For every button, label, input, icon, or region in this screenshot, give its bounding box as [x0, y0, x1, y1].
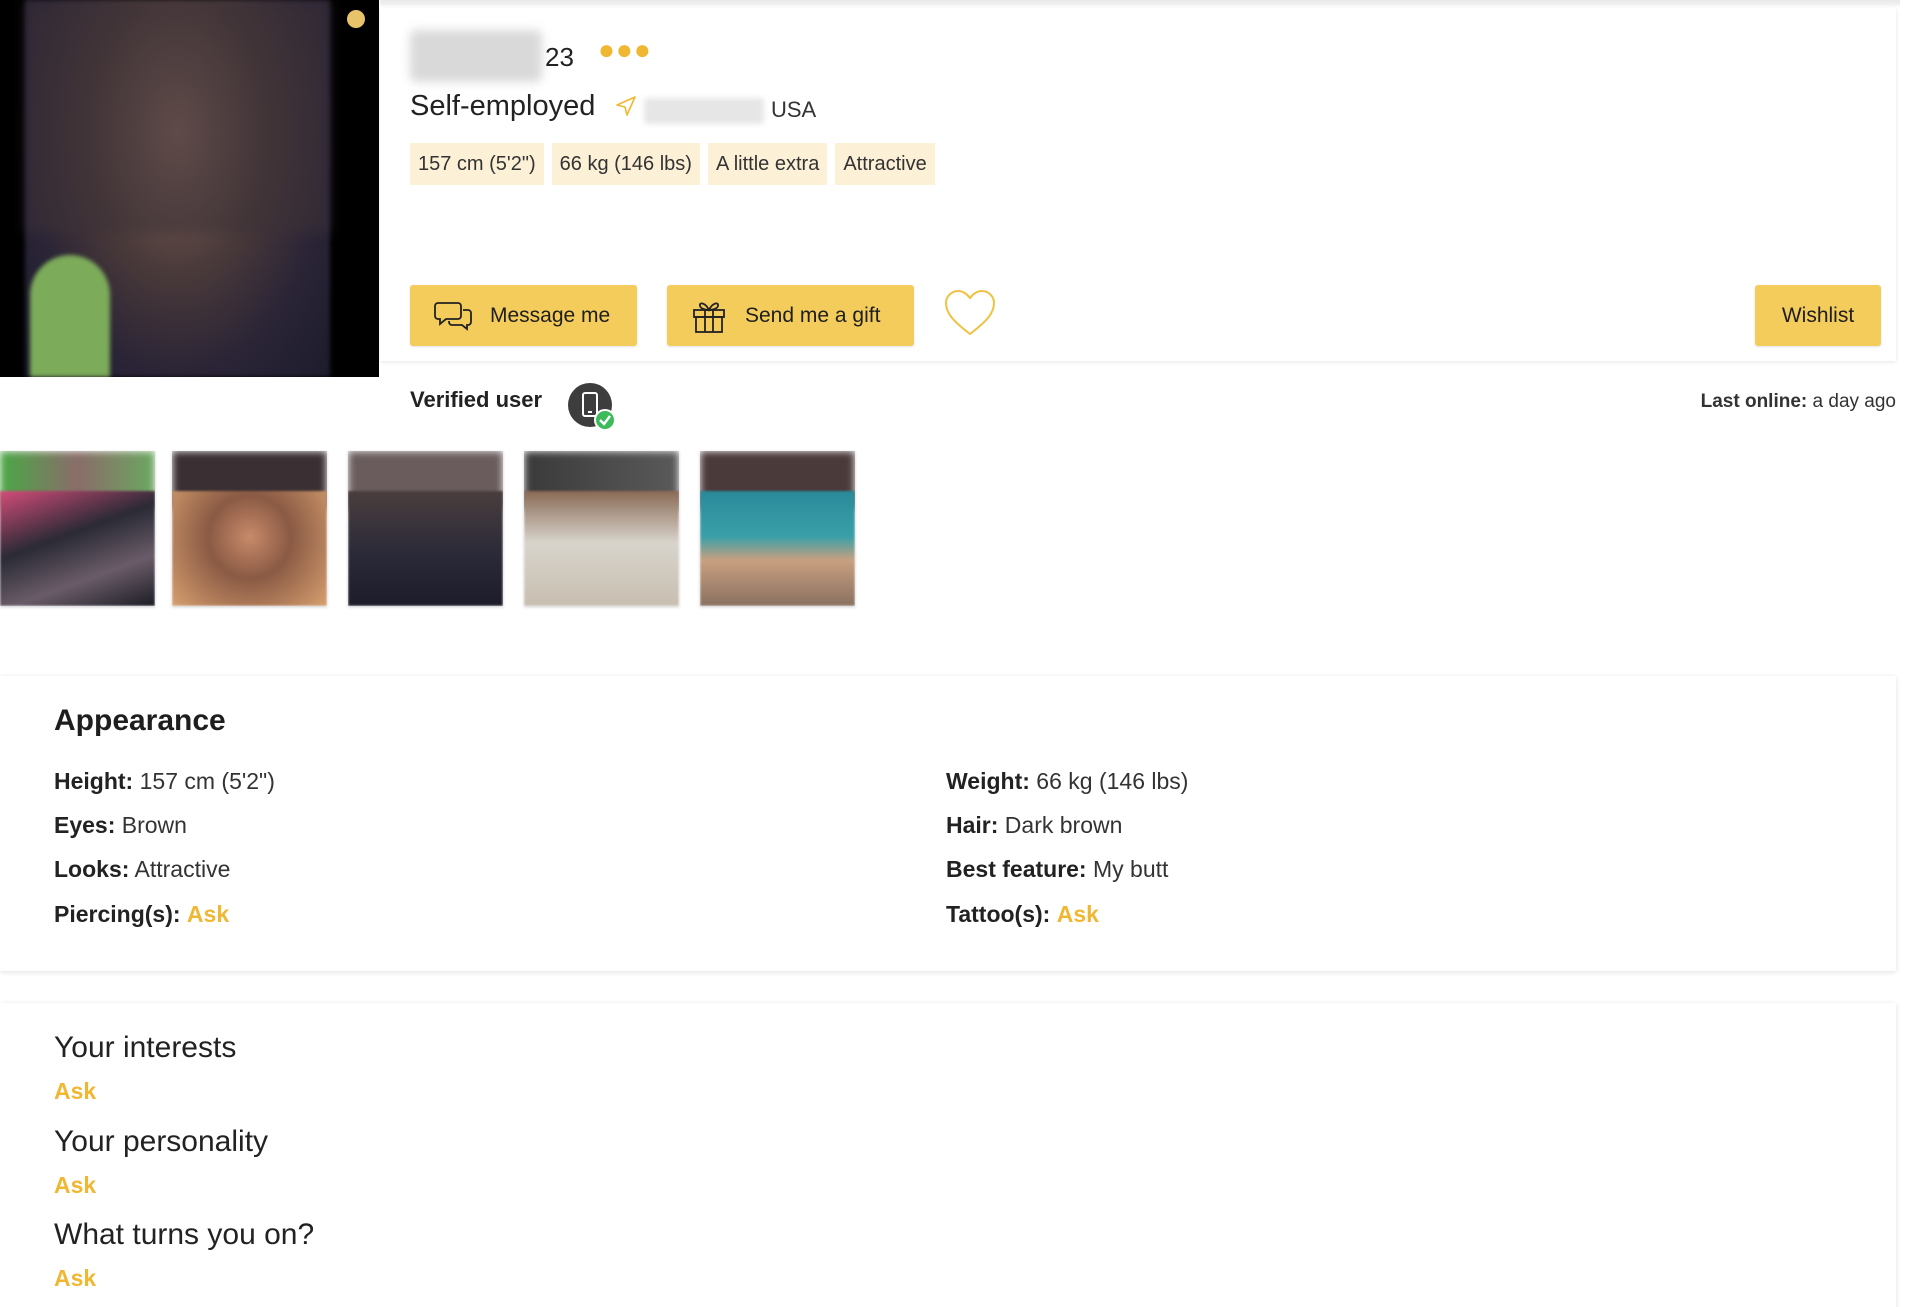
thumbnail-image: [700, 491, 855, 606]
attribute-key: Piercing(s):: [54, 901, 181, 927]
question-personality: Your personality: [54, 1125, 269, 1158]
location-arrow-icon: [616, 96, 636, 116]
attribute-value: 157 cm (5'2"): [139, 768, 275, 794]
chat-bubbles-icon: [434, 301, 472, 331]
attribute-value: Dark brown: [1004, 812, 1123, 838]
thumbnail-image: [172, 491, 327, 606]
gallery-thumbnail[interactable]: [0, 451, 155, 606]
thumbnail-image: [524, 491, 679, 606]
wishlist-label: Wishlist: [1781, 303, 1855, 327]
gallery-thumbnail[interactable]: [348, 451, 503, 606]
gallery-thumbnail[interactable]: [700, 451, 855, 606]
online-status-dot: [347, 10, 365, 28]
send-gift-label: Send me a gift: [745, 303, 881, 327]
attribute-value: Brown: [121, 812, 187, 838]
gift-icon: [693, 302, 725, 333]
weight-attribute: Weight: 66 kg (146 lbs): [946, 768, 1188, 795]
attribute-key: Best feature:: [946, 856, 1087, 882]
ask-link[interactable]: Ask: [54, 1078, 96, 1105]
heart-icon[interactable]: [943, 288, 997, 338]
last-online-value: a day ago: [1812, 391, 1896, 412]
attribute-value: My butt: [1093, 856, 1169, 882]
ask-link[interactable]: Ask: [1057, 901, 1099, 927]
attribute-key: Tattoo(s):: [946, 901, 1051, 927]
best-feature-attribute: Best feature: My butt: [946, 856, 1168, 883]
more-dots-icon[interactable]: ●●●: [598, 34, 652, 66]
tag-height: 157 cm (5'2"): [410, 143, 544, 185]
thumbnail-image: [348, 491, 503, 606]
gallery-thumbnail[interactable]: [172, 451, 327, 606]
ask-link[interactable]: Ask: [54, 1265, 96, 1292]
attribute-key: Weight:: [946, 768, 1030, 794]
attribute-key: Looks:: [54, 856, 130, 882]
height-attribute: Height: 157 cm (5'2"): [54, 768, 275, 795]
appearance-section: Appearance Height: 157 cm (5'2") Eyes: B…: [0, 676, 1896, 971]
appearance-title: Appearance: [54, 704, 226, 737]
tag-looks: Attractive: [835, 143, 935, 185]
ask-link[interactable]: Ask: [54, 1172, 96, 1199]
tattoos-attribute: Tattoo(s): Ask: [946, 901, 1099, 928]
piercings-attribute: Piercing(s): Ask: [54, 901, 229, 928]
last-online-label: Last online:: [1700, 391, 1808, 412]
attribute-value: Attractive: [134, 856, 231, 882]
tag-weight: 66 kg (146 lbs): [551, 143, 700, 185]
photo-detail: [30, 255, 110, 377]
city-redacted: [644, 98, 764, 124]
top-divider: [380, 0, 1900, 6]
message-me-button[interactable]: Message me: [410, 285, 637, 346]
wishlist-button[interactable]: Wishlist: [1755, 285, 1881, 346]
verified-phone-icon: [568, 383, 616, 431]
thumbnail-image: [0, 491, 155, 606]
face-blur: [25, 0, 330, 233]
message-me-label: Message me: [490, 303, 611, 327]
tag-body-type: A little extra: [707, 143, 828, 185]
profile-age: 23: [545, 42, 574, 72]
question-turn-ons: What turns you on?: [54, 1218, 315, 1251]
gallery-thumbnail[interactable]: [524, 451, 679, 606]
attribute-key: Height:: [54, 768, 134, 794]
ask-link[interactable]: Ask: [187, 901, 229, 927]
verified-user-label: Verified user: [410, 387, 543, 412]
looks-attribute: Looks: Attractive: [54, 856, 230, 883]
attribute-key: Hair:: [946, 812, 999, 838]
last-online-status: Last online: a day ago: [1701, 391, 1896, 413]
attribute-value: 66 kg (146 lbs): [1036, 768, 1189, 794]
attribute-key: Eyes:: [54, 812, 116, 838]
send-gift-button[interactable]: Send me a gift: [667, 285, 914, 346]
profile-country: USA: [771, 97, 817, 122]
name-redacted: [410, 30, 542, 82]
main-profile-photo[interactable]: [0, 0, 379, 377]
about-section: Your interests Ask Your personality Ask …: [0, 1003, 1896, 1307]
profile-tags: 157 cm (5'2") 66 kg (146 lbs) A little e…: [410, 143, 935, 185]
eyes-attribute: Eyes: Brown: [54, 812, 187, 839]
question-interests: Your interests: [54, 1031, 237, 1064]
hair-attribute: Hair: Dark brown: [946, 812, 1122, 839]
profile-occupation: Self-employed: [410, 90, 596, 122]
